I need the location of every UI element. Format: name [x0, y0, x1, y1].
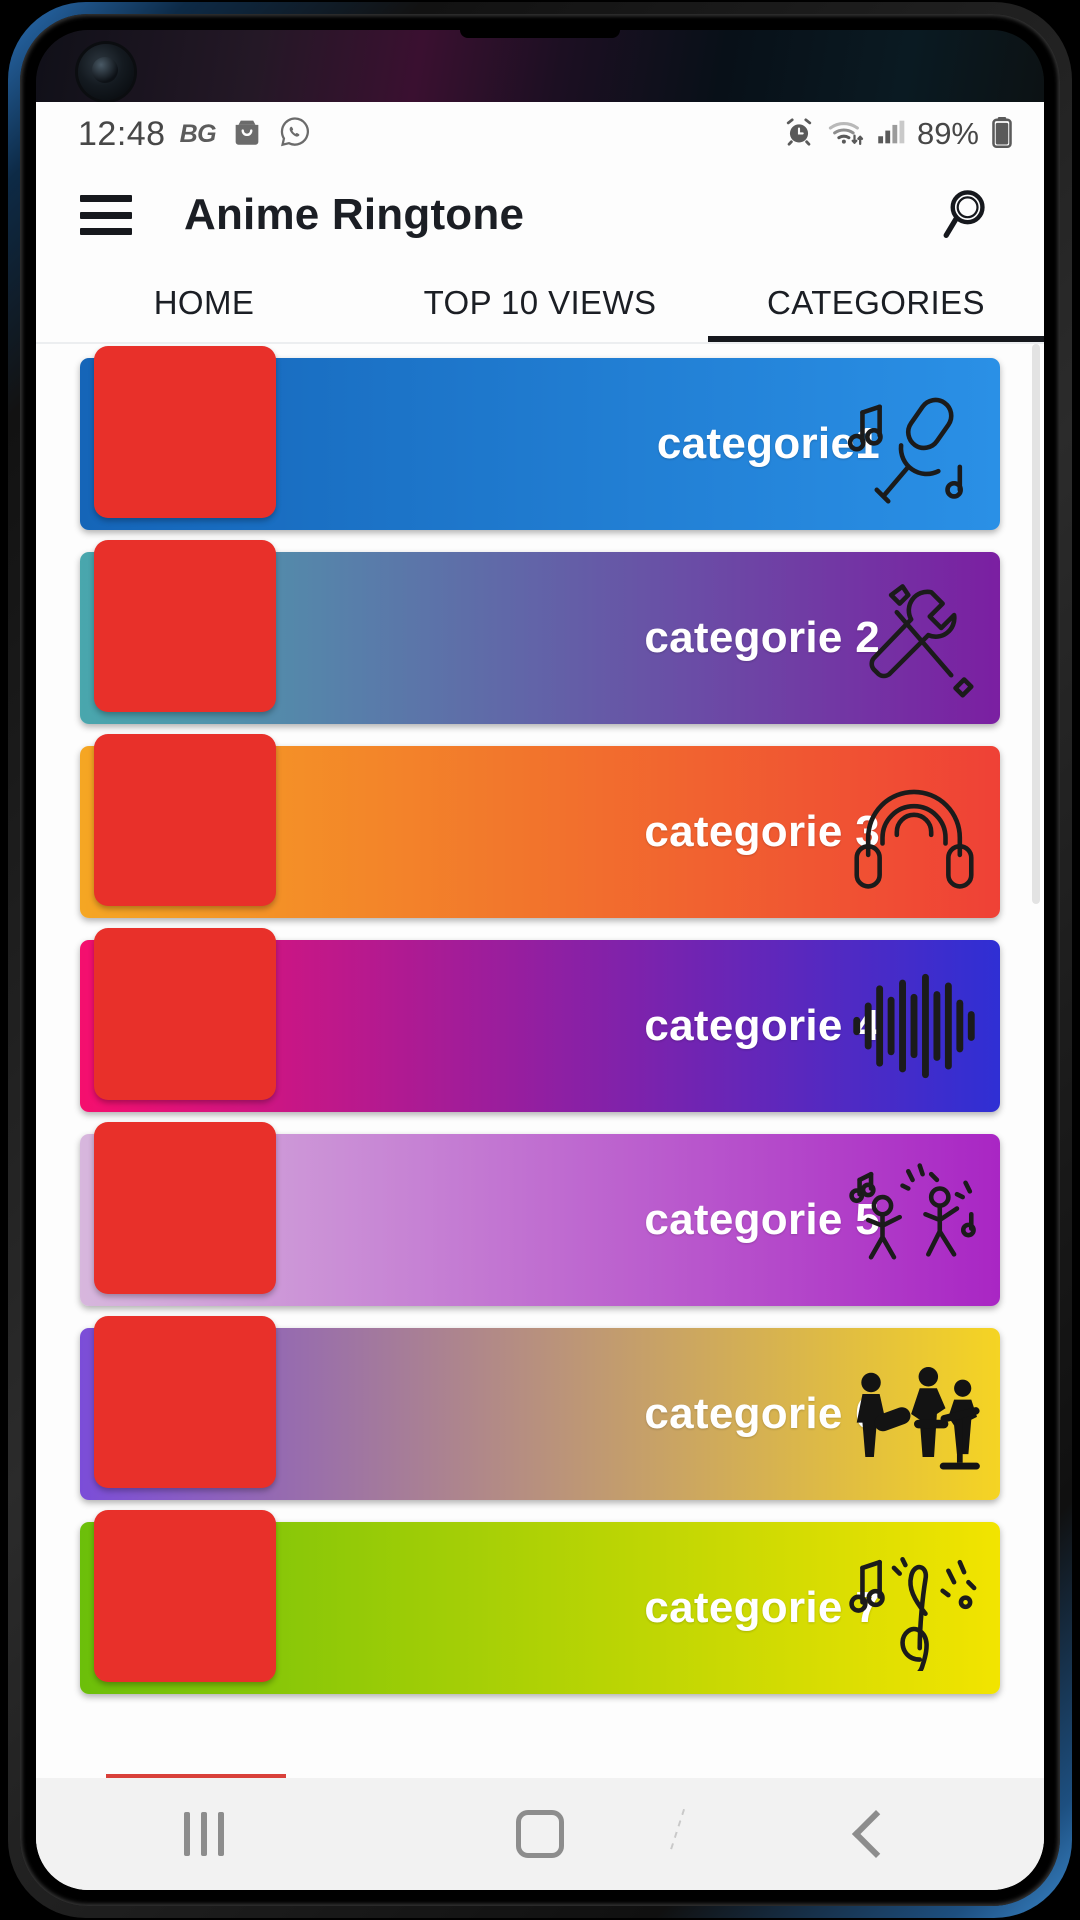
status-clock: 12:48 — [78, 114, 166, 153]
tab-home[interactable]: HOME — [36, 264, 372, 342]
status-bar: 12:48 BG 89% — [36, 102, 1044, 166]
category-thumbnail[interactable] — [94, 1510, 276, 1682]
wifi-icon — [827, 115, 865, 154]
category-list[interactable]: categorie1 categorie 2 categorie 3 categ… — [36, 344, 1044, 1812]
search-icon[interactable] — [936, 179, 1008, 251]
back-button[interactable] — [708, 1778, 1044, 1890]
category-item[interactable]: categorie 6 — [80, 1316, 1000, 1500]
signal-icon — [876, 115, 906, 154]
category-item[interactable]: categorie1 — [80, 346, 1000, 530]
music-notes-clef-icon — [844, 1543, 984, 1673]
home-icon — [516, 1810, 564, 1858]
band-musicians-icon — [844, 1349, 984, 1479]
headphones-icon — [844, 767, 984, 897]
category-thumbnail[interactable] — [94, 346, 276, 518]
tools-wrench-pencil-icon — [844, 573, 984, 703]
back-chevron-icon — [851, 1809, 901, 1859]
tab-categories[interactable]: CATEGORIES — [708, 264, 1044, 342]
battery-icon — [990, 115, 1014, 154]
battery-percent: 89% — [916, 116, 979, 151]
audio-waveform-icon — [844, 961, 984, 1091]
status-notch-area — [36, 30, 1044, 102]
earpiece-speaker — [460, 30, 620, 38]
category-item[interactable]: categorie 7 — [80, 1510, 1000, 1694]
shopping-bag-icon — [230, 115, 264, 154]
scrollbar[interactable] — [1032, 344, 1040, 904]
recents-icon — [184, 1812, 224, 1856]
category-thumbnail[interactable] — [94, 734, 276, 906]
category-thumbnail[interactable] — [94, 1316, 276, 1488]
phone-screen: 12:48 BG 89% Anime Ringtone HOME TOP 10 … — [36, 30, 1044, 1890]
page-title: Anime Ringtone — [184, 190, 525, 239]
home-button[interactable] — [372, 1778, 708, 1890]
tab-bar: HOME TOP 10 VIEWS CATEGORIES — [36, 264, 1044, 342]
recents-button[interactable] — [36, 1778, 372, 1890]
category-item[interactable]: categorie 2 — [80, 540, 1000, 724]
app-toolbar: Anime Ringtone — [36, 166, 1044, 264]
device-frame: 12:48 BG 89% Anime Ringtone HOME TOP 10 … — [0, 0, 1080, 1920]
whatsapp-icon — [278, 115, 312, 154]
category-thumbnail[interactable] — [94, 928, 276, 1100]
category-thumbnail[interactable] — [94, 540, 276, 712]
microphone-music-icon — [844, 379, 984, 509]
status-bar-right: 89% — [782, 115, 1014, 154]
category-item[interactable]: categorie 3 — [80, 734, 1000, 918]
dancing-people-icon — [844, 1155, 984, 1285]
category-thumbnail[interactable] — [94, 1122, 276, 1294]
android-nav-bar — [36, 1778, 1044, 1890]
front-camera-icon — [78, 44, 134, 100]
hamburger-menu-icon[interactable] — [80, 195, 132, 235]
category-item[interactable]: categorie 4 — [80, 928, 1000, 1112]
alarm-icon — [782, 115, 816, 154]
status-bg-label: BG — [179, 119, 217, 148]
tab-top-10-views[interactable]: TOP 10 VIEWS — [372, 264, 708, 342]
status-bar-left: 12:48 BG — [78, 115, 312, 154]
app-viewport: 12:48 BG 89% Anime Ringtone HOME TOP 10 … — [36, 102, 1044, 1890]
category-item[interactable]: categorie 5 — [80, 1122, 1000, 1306]
